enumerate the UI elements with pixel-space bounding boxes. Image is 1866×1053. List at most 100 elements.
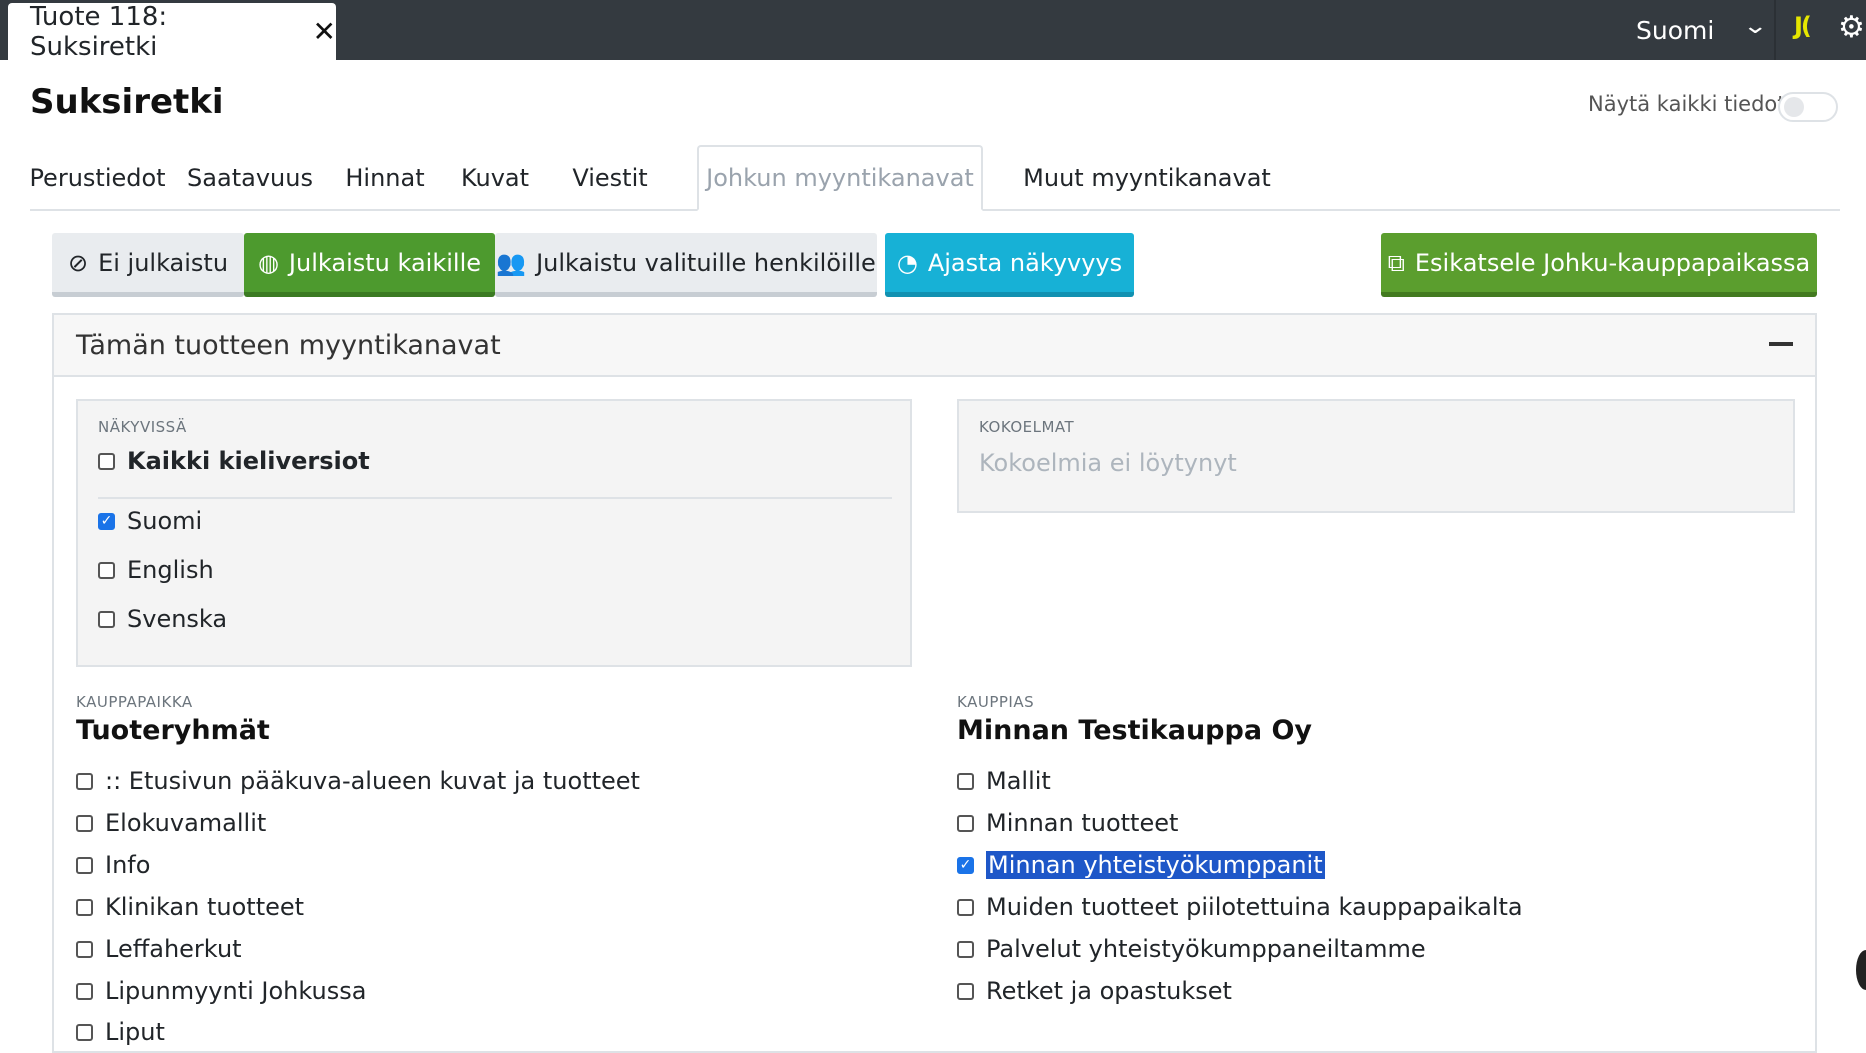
tab-perustiedot[interactable]: Perustiedot xyxy=(29,145,165,211)
marketplace-checkbox[interactable]: Liput xyxy=(76,1018,165,1046)
merchant-item-label: Retket ja opastukset xyxy=(986,977,1232,1005)
chevron-down-icon: ⌄ xyxy=(1741,14,1768,39)
product-groups-title: Tuoteryhmät xyxy=(76,715,270,746)
language-checkbox-suomi[interactable]: Suomi xyxy=(98,507,202,535)
checkbox-icon xyxy=(957,940,974,958)
topbar-divider xyxy=(1774,0,1776,60)
page-title: Suksiretki xyxy=(30,82,224,122)
checkbox-icon xyxy=(957,772,974,790)
external-link-icon: ⧉ xyxy=(1387,248,1405,277)
marketplace-item-label: Lipunmyynti Johkussa xyxy=(105,977,367,1005)
visible-languages-panel: NÄKYVISSÄ Kaikki kieliversiot Suomi Engl… xyxy=(76,399,912,667)
collections-panel: KOKOELMAT Kokoelmia ei löytynyt xyxy=(957,399,1795,513)
marketplace-checkbox[interactable]: Elokuvamallit xyxy=(76,809,266,837)
card-title: Tämän tuotteen myyntikanavat xyxy=(76,329,501,361)
merchant-item-label: Palvelut yhteistyökumppaneiltamme xyxy=(986,935,1426,963)
merchant-checkbox[interactable]: Mallit xyxy=(957,767,1051,795)
published-all-label: Julkaistu kaikille xyxy=(288,248,482,277)
checkbox-icon xyxy=(76,772,93,790)
marketplace-item-label: :: Etusivun pääkuva-alueen kuvat ja tuot… xyxy=(105,767,640,795)
checkbox-checked-icon xyxy=(957,856,974,874)
users-icon: 👥 xyxy=(496,248,527,277)
card-header[interactable]: Tämän tuotteen myyntikanavat xyxy=(54,315,1815,377)
language-label: Suomi xyxy=(127,507,203,535)
merchant-item-label: Minnan tuotteet xyxy=(986,809,1179,837)
checkbox-icon xyxy=(76,982,93,1000)
collections-empty-text: Kokoelmia ei löytynyt xyxy=(979,449,1237,477)
published-all-button[interactable]: ◍ Julkaistu kaikille xyxy=(244,233,495,297)
tab-johkun-myyntikanavat[interactable]: Johkun myyntikanavat xyxy=(697,145,983,211)
scroll-indicator[interactable] xyxy=(1856,950,1866,990)
merchant-checkbox[interactable]: Minnan tuotteet xyxy=(957,809,1178,837)
tab-viestit[interactable]: Viestit xyxy=(555,145,665,211)
tab-bar: Perustiedot Saatavuus Hinnat Kuvat Viest… xyxy=(29,145,1840,211)
marketplace-item-label: Info xyxy=(105,851,151,879)
show-all-toggle[interactable] xyxy=(1778,92,1838,122)
merchant-item-label-selected: Minnan yhteistyökumppanit xyxy=(986,851,1325,879)
preview-label: Esikatsele Johku-kauppapaikassa xyxy=(1414,248,1811,277)
brand-logo[interactable]: J( xyxy=(1794,12,1812,40)
checkbox-icon xyxy=(98,561,115,579)
published-selected-label: Julkaistu valituille henkilöille xyxy=(536,248,876,277)
all-languages-label: Kaikki kieliversiot xyxy=(127,447,370,475)
language-label: English xyxy=(127,556,214,584)
clock-icon: ◔ xyxy=(896,248,918,277)
document-tab[interactable]: Tuote 118: Suksiretki ✕ xyxy=(8,1,336,62)
minus-icon[interactable] xyxy=(1769,342,1793,346)
language-value: Suomi xyxy=(1636,15,1715,45)
eye-slash-icon: ⊘ xyxy=(67,248,89,277)
published-selected-button[interactable]: 👥 Julkaistu valituille henkilöille xyxy=(495,233,877,297)
globe-icon: ◍ xyxy=(257,248,279,277)
checkbox-icon xyxy=(98,452,115,470)
checkbox-icon xyxy=(76,1023,93,1041)
merchant-checkbox[interactable]: Muiden tuotteet piilotettuina kauppapaik… xyxy=(957,893,1523,921)
document-tab-title: Tuote 118: Suksiretki xyxy=(30,1,168,62)
tab-kuvat[interactable]: Kuvat xyxy=(450,145,540,211)
merchant-checkbox[interactable]: Minnan yhteistyökumppanit xyxy=(957,851,1325,879)
top-bar: Tuote 118: Suksiretki ✕ Suomi ⌄ J( ⚙ xyxy=(0,0,1866,62)
all-languages-checkbox[interactable]: Kaikki kieliversiot xyxy=(98,447,370,475)
merchant-checkbox[interactable]: Palvelut yhteistyökumppaneiltamme xyxy=(957,935,1426,963)
merchant-label: KAUPPIAS xyxy=(957,693,1035,711)
marketplace-checkbox[interactable]: :: Etusivun pääkuva-alueen kuvat ja tuot… xyxy=(76,767,640,795)
schedule-visibility-button[interactable]: ◔ Ajasta näkyvyys xyxy=(885,233,1134,297)
checkbox-icon xyxy=(957,898,974,916)
marketplace-checkbox[interactable]: Info xyxy=(76,851,150,879)
language-select[interactable]: Suomi ⌄ xyxy=(1620,0,1778,60)
close-icon[interactable]: ✕ xyxy=(313,15,336,48)
checkbox-icon xyxy=(957,814,974,832)
marketplace-item-label: Klinikan tuotteet xyxy=(105,893,305,921)
checkbox-icon xyxy=(957,982,974,1000)
checkbox-icon xyxy=(98,610,115,628)
tab-saatavuus[interactable]: Saatavuus xyxy=(185,145,315,211)
language-checkbox-svenska[interactable]: Svenska xyxy=(98,605,227,633)
divider xyxy=(98,497,892,499)
collections-label: KOKOELMAT xyxy=(979,418,1075,436)
sales-channels-card: Tämän tuotteen myyntikanavat NÄKYVISSÄ K… xyxy=(52,313,1817,1053)
marketplace-checkbox[interactable]: Lipunmyynti Johkussa xyxy=(76,977,366,1005)
checkbox-icon xyxy=(76,940,93,958)
marketplace-item-label: Liput xyxy=(105,1018,165,1046)
merchant-checkbox[interactable]: Retket ja opastukset xyxy=(957,977,1232,1005)
marketplace-checkbox[interactable]: Leffaherkut xyxy=(76,935,242,963)
language-label: Svenska xyxy=(127,605,228,633)
preview-marketplace-button[interactable]: ⧉ Esikatsele Johku-kauppapaikassa xyxy=(1381,233,1817,297)
marketplace-item-label: Elokuvamallit xyxy=(105,809,267,837)
merchant-item-label: Mallit xyxy=(986,767,1051,795)
language-checkbox-english[interactable]: English xyxy=(98,556,214,584)
checkbox-checked-icon xyxy=(98,512,115,530)
marketplace-label: KAUPPAPAIKKA xyxy=(76,693,193,711)
schedule-label: Ajasta näkyvyys xyxy=(927,248,1123,277)
show-all-label: Näytä kaikki tiedot xyxy=(1588,92,1786,116)
not-published-button[interactable]: ⊘ Ei julkaistu xyxy=(52,233,244,297)
gear-icon[interactable]: ⚙ xyxy=(1838,10,1865,45)
checkbox-icon xyxy=(76,814,93,832)
tab-hinnat[interactable]: Hinnat xyxy=(335,145,435,211)
marketplace-checkbox[interactable]: Klinikan tuotteet xyxy=(76,893,304,921)
checkbox-icon xyxy=(76,898,93,916)
tab-muut-myyntikanavat[interactable]: Muut myyntikanavat xyxy=(1003,145,1291,211)
visible-label: NÄKYVISSÄ xyxy=(98,418,187,436)
not-published-label: Ei julkaistu xyxy=(98,248,229,277)
merchant-item-label: Muiden tuotteet piilotettuina kauppapaik… xyxy=(986,893,1523,921)
checkbox-icon xyxy=(76,856,93,874)
